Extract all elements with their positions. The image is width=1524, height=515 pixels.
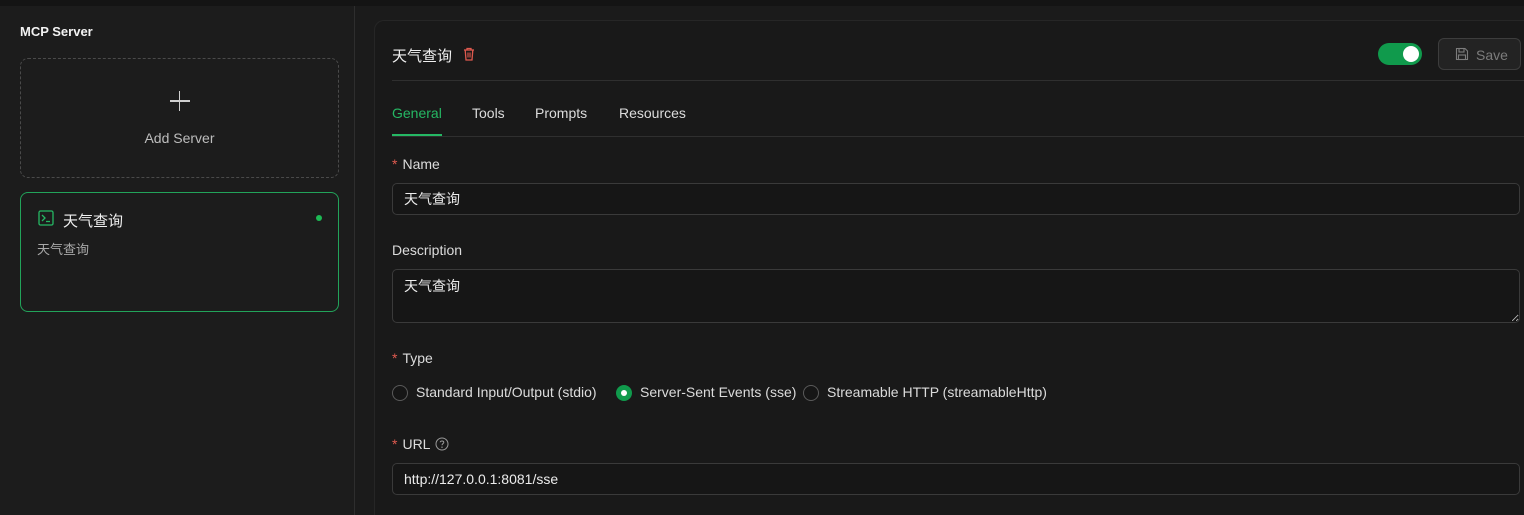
name-input[interactable] xyxy=(392,183,1520,215)
enable-toggle[interactable] xyxy=(1378,43,1422,65)
plus-icon xyxy=(169,91,190,111)
url-input[interactable] xyxy=(392,463,1520,495)
required-marker: * xyxy=(392,156,398,172)
radio-circle-checked xyxy=(616,385,632,401)
sidebar: MCP Server Add Server 天气查询 天气查询 xyxy=(0,6,355,515)
tab-tools[interactable]: Tools xyxy=(472,105,505,136)
required-marker: * xyxy=(392,350,398,366)
type-label: * Type xyxy=(392,350,433,366)
trash-icon[interactable] xyxy=(461,46,477,62)
radio-label: Streamable HTTP (streamableHttp) xyxy=(827,384,1047,400)
server-card[interactable]: 天气查询 天气查询 xyxy=(20,192,339,312)
save-icon xyxy=(1455,47,1469,61)
server-description: 天气查询 xyxy=(37,242,90,257)
radio-label: Server-Sent Events (sse) xyxy=(640,384,797,400)
server-title: 天气查询 xyxy=(392,48,453,65)
terminal-icon xyxy=(38,210,54,226)
tab-prompts[interactable]: Prompts xyxy=(535,105,587,136)
description-textarea[interactable]: 天气查询 xyxy=(392,269,1520,323)
server-detail-panel: 天气查询 Save General Tools Prompts Resource… xyxy=(374,20,1524,515)
radio-circle xyxy=(803,385,819,401)
server-name: 天气查询 xyxy=(63,213,124,230)
header-divider xyxy=(392,80,1524,81)
save-label: Save xyxy=(1476,47,1508,63)
description-label: Description xyxy=(392,242,463,258)
save-button[interactable]: Save xyxy=(1438,38,1521,70)
tab-bar: General Tools Prompts Resources xyxy=(392,105,1524,136)
radio-label: Standard Input/Output (stdio) xyxy=(416,384,597,400)
add-server-button[interactable]: Add Server xyxy=(20,58,339,178)
required-marker: * xyxy=(392,436,398,452)
sidebar-title: MCP Server xyxy=(20,24,93,39)
toggle-knob xyxy=(1403,46,1419,62)
url-label: * URL xyxy=(392,436,449,452)
tab-general[interactable]: General xyxy=(392,105,442,136)
add-server-label: Add Server xyxy=(144,130,215,146)
status-indicator xyxy=(316,215,322,221)
tabs-divider xyxy=(392,136,1524,137)
name-label: * Name xyxy=(392,156,440,172)
tab-resources[interactable]: Resources xyxy=(619,105,686,136)
radio-circle xyxy=(392,385,408,401)
help-icon[interactable] xyxy=(435,437,449,451)
